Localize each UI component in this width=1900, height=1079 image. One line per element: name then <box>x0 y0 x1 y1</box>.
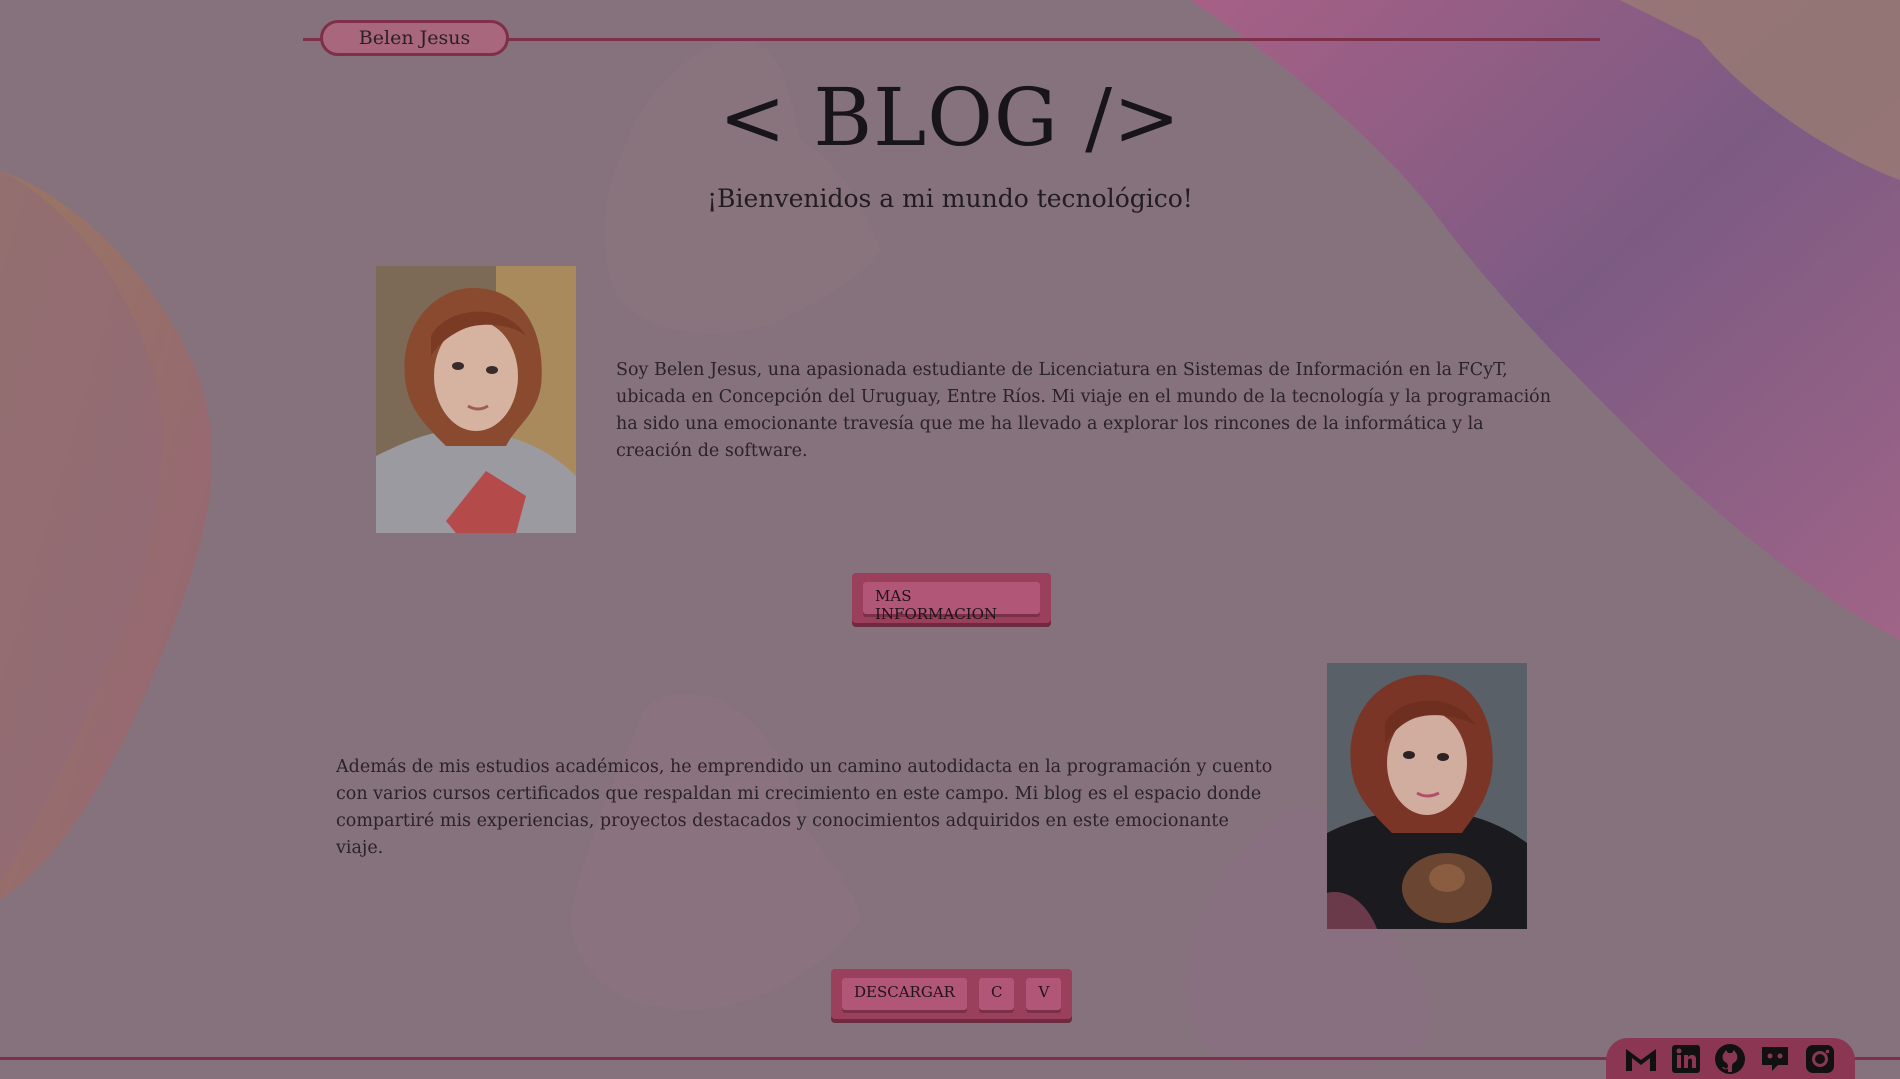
c-button[interactable]: C <box>978 978 1015 1010</box>
v-button[interactable]: V <box>1026 978 1062 1010</box>
second-photo <box>1327 663 1527 929</box>
name-tag[interactable]: Belen Jesus <box>320 20 509 56</box>
download-group: DESCARGAR C V <box>831 969 1072 1019</box>
about-paragraph: Soy Belen Jesus, una apasionada estudian… <box>616 360 1551 461</box>
studies-paragraph: Además de mis estudios académicos, he em… <box>336 757 1273 858</box>
page-title: < BLOG /> <box>718 71 1182 164</box>
download-button[interactable]: DESCARGAR <box>842 978 967 1010</box>
social-links <box>1606 1038 1855 1079</box>
page-subtitle: ¡Bienvenidos a mi mundo tecnológico! <box>707 184 1193 213</box>
profile-photo-image <box>376 266 576 533</box>
discord-icon[interactable] <box>1757 1041 1793 1077</box>
github-icon[interactable] <box>1712 1041 1748 1077</box>
profile-photo <box>376 266 576 533</box>
instagram-icon[interactable] <box>1802 1041 1838 1077</box>
more-info-button[interactable]: MAS INFORMACION <box>863 582 1040 623</box>
second-photo-image <box>1327 663 1527 929</box>
linkedin-icon[interactable] <box>1668 1041 1704 1077</box>
gmail-icon[interactable] <box>1623 1041 1659 1077</box>
more-info-group: MAS INFORMACION <box>852 573 1051 623</box>
